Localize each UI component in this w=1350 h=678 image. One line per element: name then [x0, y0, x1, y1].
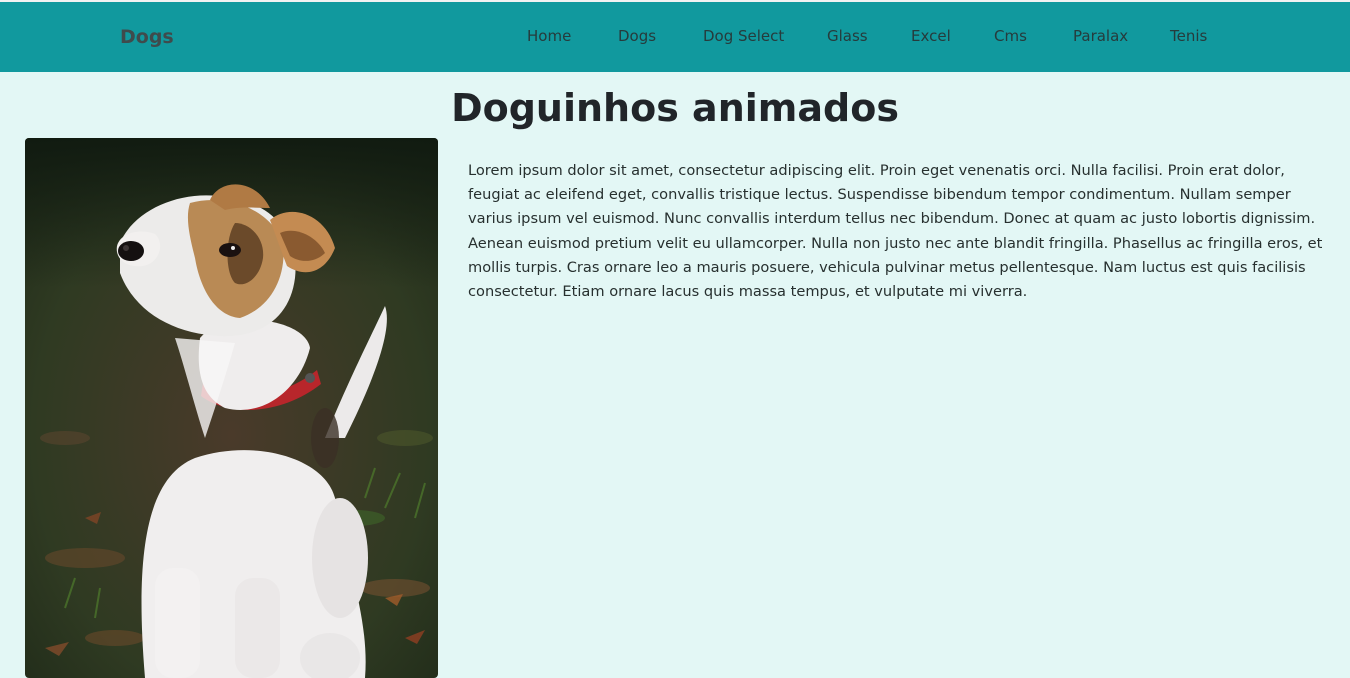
navbar: Dogs Home Dogs Dog Select Glass Excel Cm…: [0, 2, 1350, 72]
nav-link-home[interactable]: Home: [527, 27, 571, 45]
dog-photo: [25, 138, 438, 678]
page-title: Doguinhos animados: [451, 86, 899, 130]
nav-link-glass[interactable]: Glass: [827, 27, 868, 45]
description-paragraph: Lorem ipsum dolor sit amet, consectetur …: [468, 162, 1323, 301]
nav-link-dog-select[interactable]: Dog Select: [703, 27, 784, 45]
nav-link-paralax[interactable]: Paralax: [1073, 27, 1128, 45]
dog-illustration: [25, 138, 438, 678]
nav-link-cms[interactable]: Cms: [994, 27, 1027, 45]
nav-link-dogs[interactable]: Dogs: [618, 27, 656, 45]
nav-links: Home Dogs Dog Select Glass Excel Cms Par…: [0, 27, 1350, 49]
nav-link-excel[interactable]: Excel: [911, 27, 951, 45]
nav-link-tenis[interactable]: Tenis: [1170, 27, 1207, 45]
